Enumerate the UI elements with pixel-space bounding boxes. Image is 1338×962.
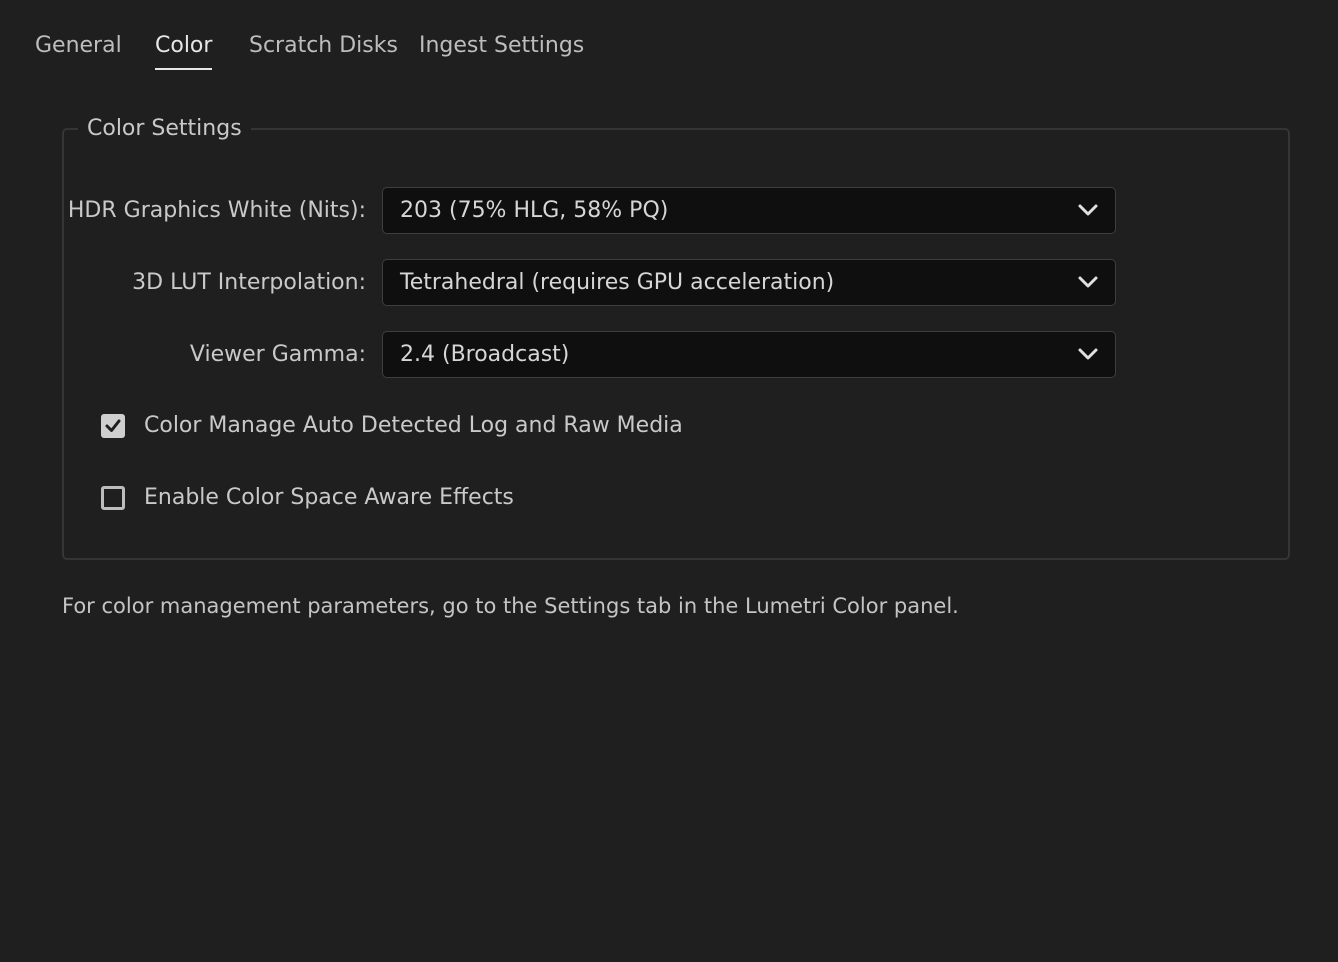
- color-settings-title: Color Settings: [78, 112, 251, 146]
- preferences-tab-bar: General Color Scratch Disks Ingest Setti…: [0, 0, 1338, 90]
- hdr-graphics-white-value: 203 (75% HLG, 58% PQ): [400, 198, 669, 223]
- viewer-gamma-label: Viewer Gamma:: [189, 342, 366, 367]
- color-space-aware-effects-checkbox[interactable]: [101, 486, 125, 510]
- lut-interpolation-label: 3D LUT Interpolation:: [132, 270, 366, 295]
- viewer-gamma-dropdown[interactable]: 2.4 (Broadcast): [382, 331, 1116, 378]
- chevron-down-icon: [1078, 204, 1098, 216]
- color-manage-log-raw-checkbox[interactable]: [101, 414, 125, 438]
- hdr-graphics-white-dropdown[interactable]: 203 (75% HLG, 58% PQ): [382, 187, 1116, 234]
- color-manage-log-raw-label: Color Manage Auto Detected Log and Raw M…: [144, 413, 683, 438]
- hdr-graphics-white-label: HDR Graphics White (Nits):: [67, 198, 366, 223]
- checkmark-icon: [105, 419, 121, 432]
- lut-interpolation-dropdown[interactable]: Tetrahedral (requires GPU acceleration): [382, 259, 1116, 306]
- lut-interpolation-value: Tetrahedral (requires GPU acceleration): [400, 270, 835, 295]
- tab-general[interactable]: General: [35, 30, 122, 62]
- viewer-gamma-value: 2.4 (Broadcast): [400, 342, 570, 367]
- tab-color[interactable]: Color: [155, 30, 213, 70]
- color-space-aware-effects-label: Enable Color Space Aware Effects: [144, 485, 514, 510]
- color-management-footnote: For color management parameters, go to t…: [62, 594, 959, 618]
- chevron-down-icon: [1078, 348, 1098, 360]
- chevron-down-icon: [1078, 276, 1098, 288]
- tab-ingest-settings[interactable]: Ingest Settings: [419, 30, 584, 62]
- tab-scratch-disks[interactable]: Scratch Disks: [249, 30, 398, 62]
